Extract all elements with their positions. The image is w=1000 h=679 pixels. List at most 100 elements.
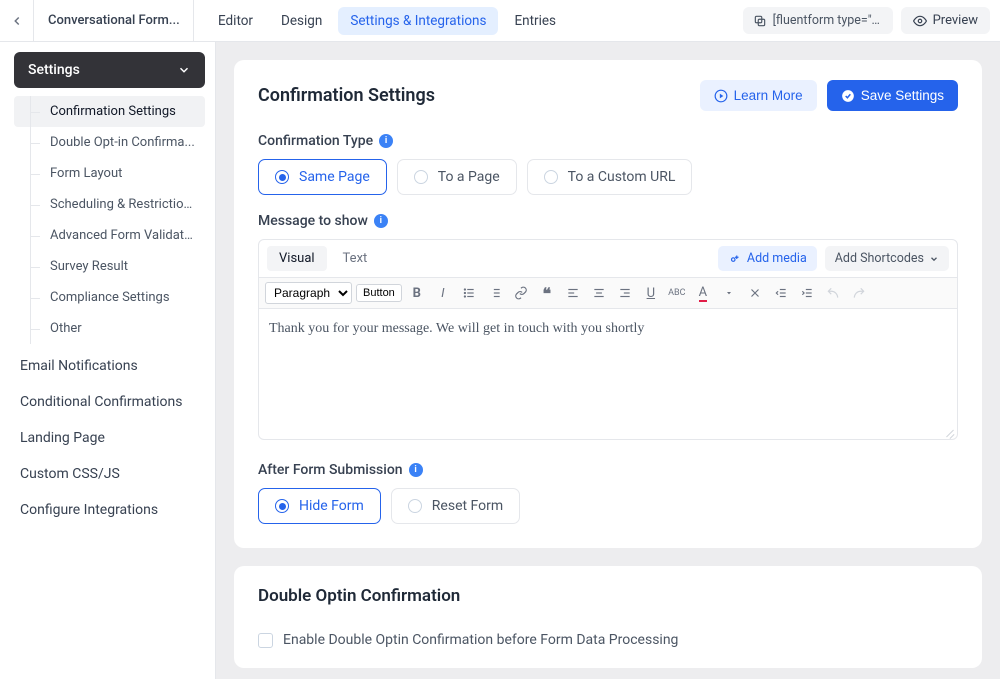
preview-button[interactable]: Preview bbox=[901, 7, 990, 34]
indent-icon[interactable] bbox=[796, 282, 818, 304]
chevron-down-icon bbox=[929, 254, 939, 264]
add-media-button[interactable]: Add media bbox=[718, 246, 817, 271]
after-submission-label: After Form Submission bbox=[258, 462, 403, 478]
topbar-left: Conversational Form... Editor Design Set… bbox=[0, 0, 568, 41]
tab-design[interactable]: Design bbox=[269, 7, 334, 35]
content: Confirmation Settings Learn More Save Se… bbox=[216, 42, 1000, 679]
add-shortcodes-dropdown[interactable]: Add Shortcodes bbox=[825, 246, 949, 271]
message-label: Message to show bbox=[258, 213, 368, 229]
blockquote-icon[interactable]: ❝ bbox=[536, 282, 558, 304]
sidebar-item-other[interactable]: Other bbox=[14, 313, 205, 344]
double-optin-card: Double Optin Confirmation Enable Double … bbox=[234, 566, 982, 668]
learn-more-label: Learn More bbox=[734, 88, 803, 103]
link-icon[interactable] bbox=[510, 282, 532, 304]
sidebar-item-advanced-validation[interactable]: Advanced Form Validati... bbox=[14, 220, 205, 251]
play-circle-icon bbox=[714, 89, 728, 103]
sidebar-item-compliance[interactable]: Compliance Settings bbox=[14, 282, 205, 313]
save-settings-button[interactable]: Save Settings bbox=[827, 80, 958, 111]
editor-tabs-right: Add media Add Shortcodes bbox=[718, 246, 949, 271]
topbar: Conversational Form... Editor Design Set… bbox=[0, 0, 1000, 42]
strikethrough-icon[interactable]: ABC bbox=[666, 282, 688, 304]
radio-hide-form[interactable]: Hide Form bbox=[258, 488, 381, 524]
card-actions: Learn More Save Settings bbox=[700, 80, 958, 111]
check-circle-icon bbox=[841, 89, 855, 103]
copy-icon bbox=[753, 14, 767, 28]
redo-icon[interactable] bbox=[848, 282, 870, 304]
underline-icon[interactable]: U bbox=[640, 282, 662, 304]
sidebar-item-form-layout[interactable]: Form Layout bbox=[14, 158, 205, 189]
card-header: Confirmation Settings Learn More Save Se… bbox=[258, 80, 958, 111]
insert-button-button[interactable]: Button bbox=[356, 284, 402, 302]
learn-more-button[interactable]: Learn More bbox=[700, 80, 817, 111]
info-icon[interactable]: i bbox=[379, 134, 393, 148]
resize-handle-icon[interactable] bbox=[945, 427, 955, 437]
sidebar-item-scheduling[interactable]: Scheduling & Restrictions bbox=[14, 189, 205, 220]
chevron-left-icon bbox=[10, 14, 24, 28]
form-title[interactable]: Conversational Form... bbox=[34, 0, 194, 41]
editor-mode-tabs: Visual Text Add media Add Shortcodes bbox=[259, 240, 957, 277]
sidebar-link-conditional-confirmations[interactable]: Conditional Confirmations bbox=[14, 384, 205, 420]
sidebar-link-custom-css-js[interactable]: Custom CSS/JS bbox=[14, 456, 205, 492]
tab-editor[interactable]: Editor bbox=[206, 7, 265, 35]
align-left-icon[interactable] bbox=[562, 282, 584, 304]
align-right-icon[interactable] bbox=[614, 282, 636, 304]
after-submission-label-row: After Form Submission i bbox=[258, 462, 958, 478]
editor-text: Thank you for your message. We will get … bbox=[269, 321, 644, 336]
tab-settings[interactable]: Settings & Integrations bbox=[338, 7, 498, 35]
bullet-list-icon[interactable] bbox=[458, 282, 480, 304]
save-settings-label: Save Settings bbox=[861, 88, 944, 103]
radio-reset-form[interactable]: Reset Form bbox=[391, 488, 520, 524]
text-color-chevron-icon[interactable] bbox=[718, 282, 740, 304]
radio-to-page-label: To a Page bbox=[438, 169, 500, 185]
sidebar-item-survey-result[interactable]: Survey Result bbox=[14, 251, 205, 282]
sidebar-item-double-optin[interactable]: Double Opt-in Confirma... bbox=[14, 127, 205, 158]
radio-dot bbox=[408, 499, 422, 513]
back-button[interactable] bbox=[0, 0, 34, 42]
double-optin-checkbox-row[interactable]: Enable Double Optin Confirmation before … bbox=[258, 632, 958, 648]
format-select[interactable]: Paragraph bbox=[265, 282, 352, 304]
sidebar-link-email-notifications[interactable]: Email Notifications bbox=[14, 348, 205, 384]
bold-icon[interactable]: B bbox=[406, 282, 428, 304]
text-color-icon[interactable]: A bbox=[692, 282, 714, 304]
top-nav: Editor Design Settings & Integrations En… bbox=[194, 7, 568, 35]
shortcode-text: [fluentform type="c... bbox=[773, 13, 883, 28]
double-optin-title: Double Optin Confirmation bbox=[258, 586, 958, 606]
italic-icon[interactable]: I bbox=[432, 282, 454, 304]
editor-tab-text[interactable]: Text bbox=[331, 246, 380, 271]
sidebar: Settings Confirmation Settings Double Op… bbox=[0, 42, 216, 679]
sidebar-link-configure-integrations[interactable]: Configure Integrations bbox=[14, 492, 205, 528]
radio-to-custom-url[interactable]: To a Custom URL bbox=[527, 159, 693, 195]
radio-dot bbox=[275, 499, 289, 513]
numbered-list-icon[interactable] bbox=[484, 282, 506, 304]
editor-tab-visual[interactable]: Visual bbox=[267, 246, 327, 271]
rich-text-editor: Visual Text Add media Add Shortcodes bbox=[258, 239, 958, 440]
radio-dot bbox=[544, 170, 558, 184]
radio-same-page[interactable]: Same Page bbox=[258, 159, 387, 195]
confirmation-type-label: Confirmation Type bbox=[258, 133, 373, 149]
sidebar-item-confirmation-settings[interactable]: Confirmation Settings bbox=[14, 96, 205, 127]
outdent-icon[interactable] bbox=[770, 282, 792, 304]
confirmation-settings-card: Confirmation Settings Learn More Save Se… bbox=[234, 60, 982, 548]
after-submission-options: Hide Form Reset Form bbox=[258, 488, 958, 524]
sidebar-link-landing-page[interactable]: Landing Page bbox=[14, 420, 205, 456]
preview-label: Preview bbox=[933, 13, 978, 28]
double-optin-checkbox[interactable] bbox=[258, 633, 273, 648]
tab-entries[interactable]: Entries bbox=[502, 7, 568, 35]
clear-formatting-icon[interactable] bbox=[744, 282, 766, 304]
radio-hide-form-label: Hide Form bbox=[299, 498, 364, 514]
editor-content[interactable]: Thank you for your message. We will get … bbox=[259, 309, 957, 439]
align-center-icon[interactable] bbox=[588, 282, 610, 304]
sidebar-tree: Confirmation Settings Double Opt-in Conf… bbox=[14, 96, 205, 344]
undo-icon[interactable] bbox=[822, 282, 844, 304]
topbar-right: [fluentform type="c... Preview bbox=[743, 7, 990, 34]
double-optin-checkbox-label: Enable Double Optin Confirmation before … bbox=[283, 632, 678, 648]
add-media-label: Add media bbox=[747, 251, 807, 266]
info-icon[interactable]: i bbox=[374, 214, 388, 228]
info-icon[interactable]: i bbox=[409, 463, 423, 477]
sidebar-settings-toggle[interactable]: Settings bbox=[14, 52, 205, 88]
page-title: Confirmation Settings bbox=[258, 85, 435, 106]
radio-to-page[interactable]: To a Page bbox=[397, 159, 517, 195]
shortcode-copy[interactable]: [fluentform type="c... bbox=[743, 7, 893, 34]
radio-dot bbox=[275, 170, 289, 184]
editor-toolbar: Paragraph Button B I ❝ U ABC A bbox=[259, 277, 957, 309]
